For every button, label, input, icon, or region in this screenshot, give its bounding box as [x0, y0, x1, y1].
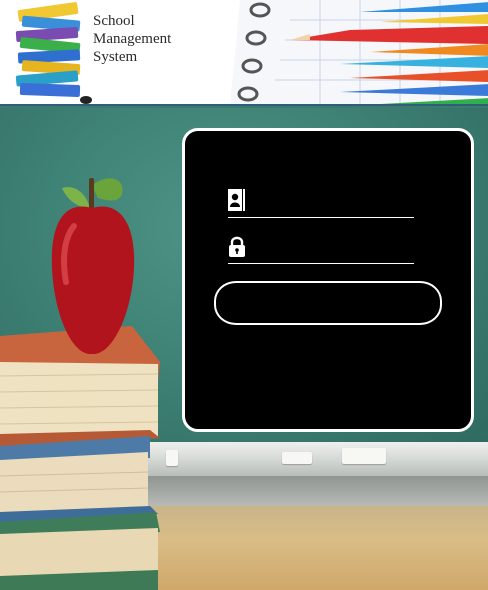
password-input[interactable]	[250, 235, 410, 259]
password-field	[228, 233, 414, 264]
header-rule	[0, 104, 488, 106]
app-title-line-1: School	[93, 13, 135, 29]
username-field	[228, 187, 414, 218]
chalk-icon	[166, 450, 178, 466]
header-banner: School Management System	[0, 0, 488, 106]
books-stack-icon	[15, 2, 92, 104]
chalk-icon	[282, 452, 312, 464]
app-title-line-2: Management	[93, 31, 172, 47]
user-card-icon	[228, 189, 245, 211]
login-button[interactable]	[214, 281, 442, 325]
username-input[interactable]	[250, 189, 410, 213]
lock-icon	[229, 236, 245, 257]
notebook-pencils-icon	[230, 0, 488, 106]
chalk-icon	[342, 448, 386, 464]
book-stack-icon	[0, 326, 160, 590]
app-title-line-3: System	[93, 49, 138, 65]
login-page: School Management System	[0, 0, 488, 590]
apple-icon	[51, 178, 135, 355]
app-title: School Management System	[93, 12, 243, 66]
header-brand: School Management System	[0, 0, 250, 104]
login-panel	[182, 128, 474, 432]
